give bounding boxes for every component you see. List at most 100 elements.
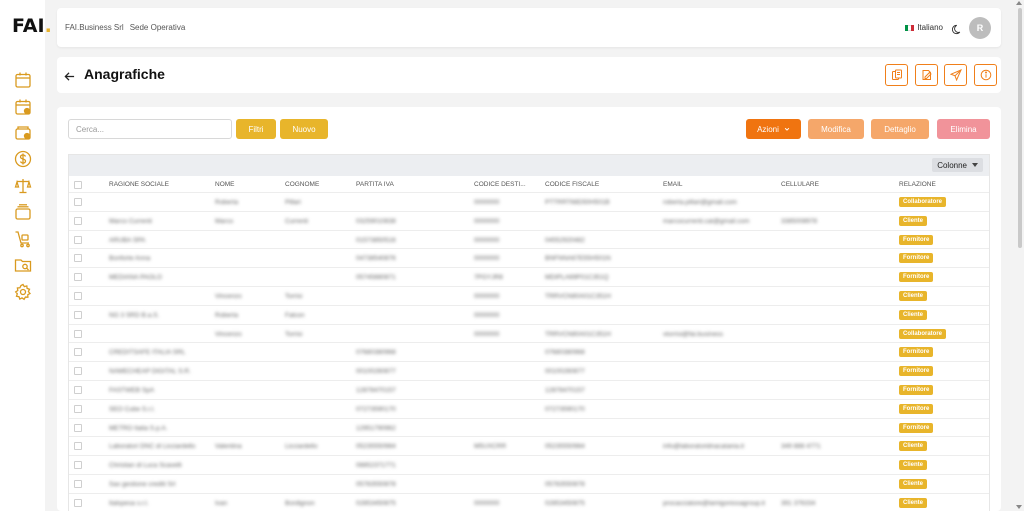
language-selector[interactable]: Italiano — [905, 23, 943, 32]
table-row[interactable]: NAMECHEAP DIGITAL S.R. 00100260877 0010026… — [69, 362, 989, 381]
relation-badge: Cliente — [899, 441, 928, 452]
logo[interactable]: FAI. — [12, 15, 52, 37]
cell-nome: Roberta — [215, 199, 239, 206]
cell-cf: 07680380968 — [545, 349, 585, 357]
row-checkbox[interactable] — [74, 498, 82, 507]
column-header[interactable]: CELLULARE — [781, 181, 819, 188]
column-header[interactable]: RAGIONE SOCIALE — [109, 181, 169, 188]
table-row[interactable]: CREDITSAFE ITALIA SRL 07680380968 07680380… — [69, 343, 989, 363]
folder-search-icon[interactable] — [14, 256, 32, 274]
table-row[interactable]: Vincenzo Torrisi 0000000 TRRVCN80A01C351H Cl… — [69, 287, 989, 306]
row-checkbox[interactable] — [74, 198, 82, 206]
cell-dest: 0000000 — [474, 293, 500, 300]
row-checkbox[interactable] — [74, 480, 82, 488]
row-checkbox[interactable] — [74, 442, 82, 451]
columns-button[interactable]: Colonne — [932, 158, 983, 172]
search-input[interactable] — [68, 119, 232, 139]
calendar-icon[interactable] — [14, 71, 32, 89]
table-row[interactable]: SEO Cube S.r.l. 07273590170 07273590170 For… — [69, 400, 989, 419]
cell-cf: BNFNNA67E55H501N — [545, 255, 611, 263]
calendar-check-icon[interactable] — [14, 98, 32, 116]
table-row[interactable]: Christian di Luca Scavelli 08852371771 Cli… — [69, 456, 989, 475]
column-header[interactable]: CODICE DESTI... — [474, 181, 526, 188]
row-checkbox[interactable] — [74, 310, 82, 319]
page-scrollbar[interactable] — [1018, 8, 1022, 248]
table-row[interactable]: Laboratori DNC di Licciardello Valentina L… — [69, 437, 989, 457]
cell-ragione: FASTWEB SpA — [109, 387, 155, 394]
cell-ragione: NG 3 SRD B.a.S. — [109, 311, 160, 319]
table-row[interactable]: Roberta Pillari 0000000 PTTRRT68D50H501B rob… — [69, 193, 989, 212]
table-row[interactable]: FASTWEB SpA 12878470157 12878470157 Fornito… — [69, 381, 989, 400]
row-checkbox[interactable] — [74, 254, 82, 263]
new-button[interactable]: Nuovo — [280, 119, 328, 139]
cell-ragione: NAMECHEAP DIGITAL S.R. — [109, 368, 191, 376]
actions-button[interactable]: Azioni — [746, 119, 801, 139]
table-row[interactable]: Sax gestione crediti Srl 05783550878 05783… — [69, 475, 989, 494]
avatar[interactable]: R — [969, 17, 991, 39]
copy-button[interactable] — [885, 64, 908, 86]
select-all-checkbox[interactable] — [74, 181, 82, 189]
table-row[interactable]: NG 3 SRD B.a.S. Roberta Falcon 0000000 Clien… — [69, 306, 989, 325]
table-row[interactable]: Bonforte Anna 04738540876 0000000 BNFNNA67E… — [69, 249, 989, 269]
cell-piva: 07273590170 — [356, 405, 396, 413]
column-header[interactable]: PARTITA IVA — [356, 181, 394, 188]
cell-email: roberta.pillari@gmail.com — [663, 199, 737, 206]
detail-button[interactable]: Dettaglio — [871, 119, 929, 139]
delete-button[interactable]: Elimina — [937, 119, 990, 139]
edit-button[interactable]: Modifica — [808, 119, 864, 139]
wallet-icon[interactable] — [14, 124, 32, 142]
cell-dest: 0000000 — [474, 255, 500, 263]
relation-badge: Cliente — [899, 479, 928, 489]
scroll-down-icon[interactable] — [1016, 505, 1022, 509]
company-info[interactable]: FAI.Business Srl Sede Operativa — [65, 23, 191, 32]
cell-nome: Vincenzo — [215, 293, 242, 300]
column-header[interactable]: NOME — [215, 181, 235, 188]
column-header[interactable]: CODICE FISCALE — [545, 181, 599, 188]
row-checkbox[interactable] — [74, 423, 82, 432]
cell-cognome: Falcon — [285, 311, 305, 319]
relation-badge: Fornitore — [899, 234, 934, 245]
row-checkbox[interactable] — [74, 404, 82, 413]
relation-badge: Cliente — [899, 309, 928, 320]
row-checkbox[interactable] — [74, 329, 82, 338]
row-checkbox[interactable] — [74, 367, 82, 376]
column-header[interactable]: EMAIL — [663, 181, 683, 188]
relation-badge: Fornitore — [899, 272, 934, 283]
actions-label: Azioni — [757, 124, 779, 134]
cell-ragione: ARUBA SPA — [109, 236, 146, 244]
row-checkbox[interactable] — [74, 273, 82, 282]
info-button[interactable] — [974, 64, 997, 86]
moon-icon[interactable] — [951, 22, 963, 35]
send-button[interactable] — [944, 64, 967, 86]
column-header[interactable]: RELAZIONE — [899, 181, 936, 188]
top-bar: FAI.Business Srl Sede Operativa Italiano … — [57, 8, 1001, 47]
sign-document-button[interactable] — [915, 64, 938, 86]
row-checkbox[interactable] — [74, 216, 82, 225]
row-checkbox[interactable] — [74, 348, 82, 357]
relation-badge: Fornitore — [899, 403, 934, 414]
table-row[interactable]: METRO Italia S.p.A. 12951790962 Fornitore — [69, 419, 989, 438]
scales-icon[interactable] — [14, 177, 32, 195]
table-row[interactable]: Marco Currenti Marco Currenti 03259010838 00… — [69, 212, 989, 231]
table-row[interactable]: Italspesa s.r.l. Ivan Bordignon 02853450875… — [69, 494, 989, 511]
row-checkbox[interactable] — [74, 461, 82, 470]
cell-ragione: Sax gestione crediti Srl — [109, 481, 176, 488]
row-checkbox[interactable] — [74, 235, 82, 244]
row-checkbox[interactable] — [74, 292, 82, 300]
sidebar: FAI. — [0, 0, 52, 511]
relation-badge: Cliente — [899, 215, 928, 226]
dollar-icon[interactable] — [14, 150, 32, 168]
gear-icon[interactable] — [14, 283, 32, 301]
back-arrow-icon[interactable] — [64, 69, 75, 81]
table-row[interactable]: ARUBA SPA 01573850516 0000000 04552920482 Fo… — [69, 231, 989, 250]
layers-icon[interactable] — [14, 203, 32, 221]
scroll-up-icon[interactable] — [1016, 1, 1022, 5]
table-row[interactable]: Vincenzo Torrisi 0000000 TRRVCN80A01C351H vt… — [69, 325, 989, 344]
cell-cognome: Torrisi — [285, 293, 303, 300]
row-checkbox[interactable] — [74, 386, 82, 394]
cart-icon[interactable] — [14, 230, 32, 248]
table-row[interactable]: MEDIANA PAOLO 05745880871 7PGYJR8 MDIPLA69P… — [69, 268, 989, 287]
table-header-row: RAGIONE SOCIALE NOME COGNOME PARTITA IVA… — [69, 176, 989, 193]
filters-button[interactable]: Filtri — [236, 119, 276, 139]
column-header[interactable]: COGNOME — [285, 181, 319, 188]
